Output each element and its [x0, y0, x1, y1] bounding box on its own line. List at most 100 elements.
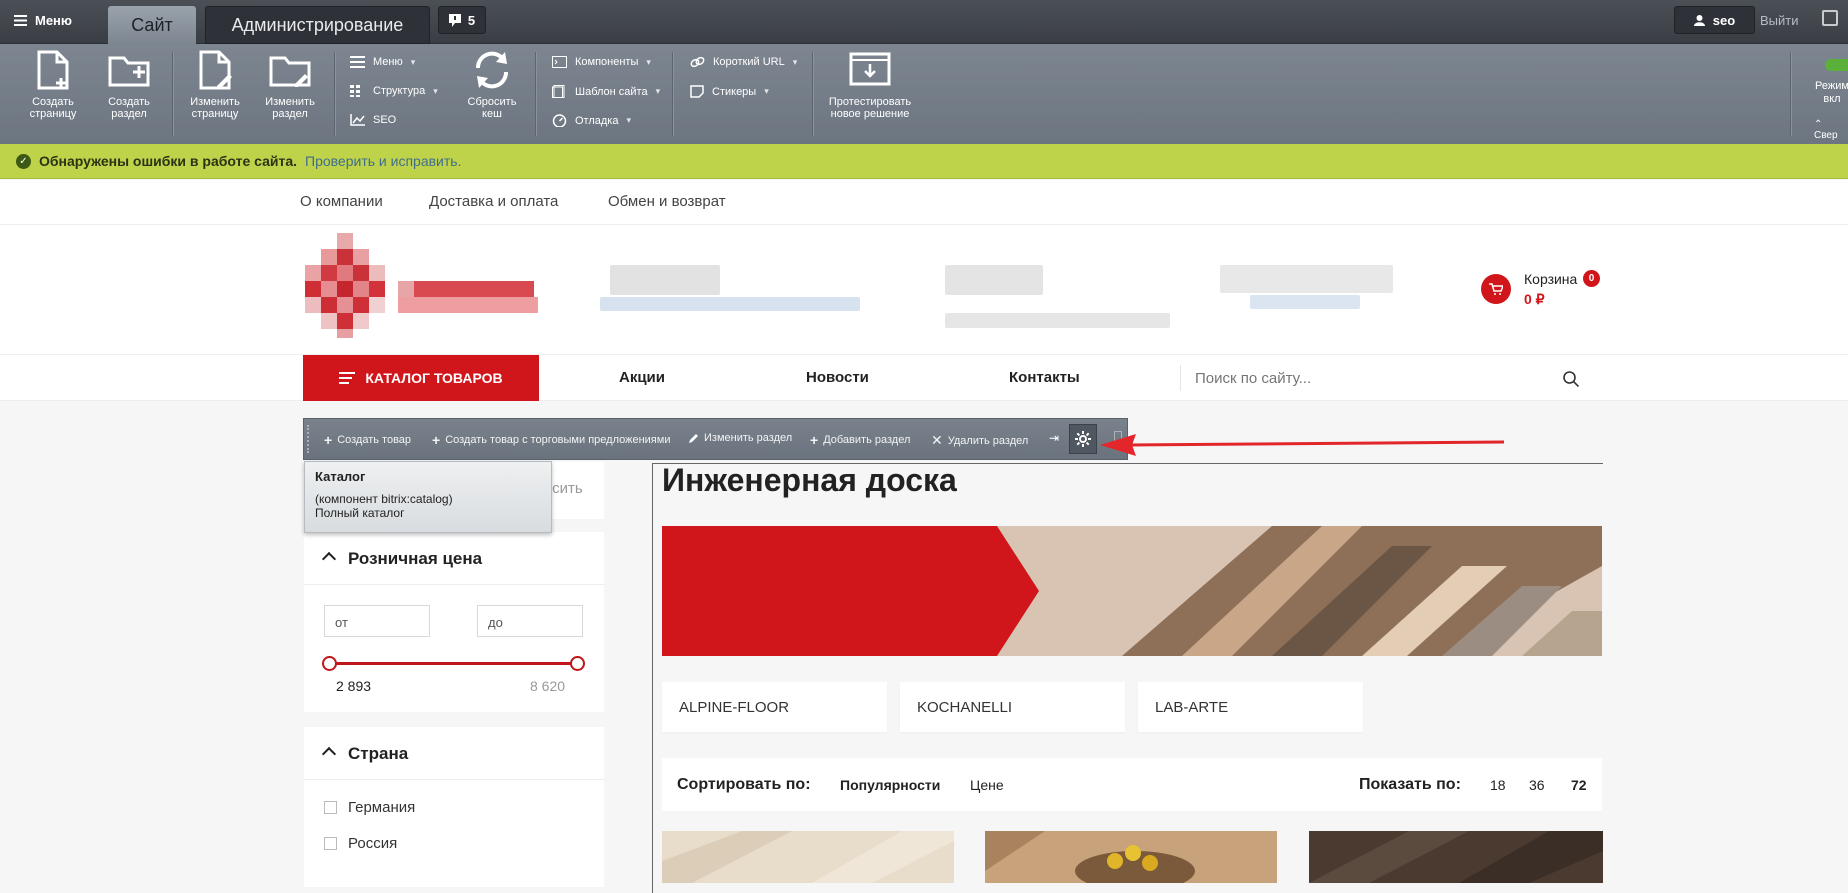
divider — [304, 779, 604, 780]
chevron-down-icon: ▾ — [626, 115, 632, 125]
debug-dropdown[interactable]: Отладка ▾ — [552, 114, 631, 127]
country-label-russia[interactable]: Россия — [348, 835, 397, 852]
catalog-button[interactable]: КАТАЛОГ ТОВАРОВ — [303, 355, 539, 401]
edit-folder-icon — [269, 56, 311, 87]
per-page-72[interactable]: 72 — [1571, 777, 1587, 793]
tab-site[interactable]: Сайт — [108, 6, 196, 44]
product-card-image[interactable] — [1309, 831, 1603, 883]
header-contact-block-2-sub — [945, 313, 1170, 328]
tooltip-description: Полный каталог — [315, 506, 405, 520]
create-product-offers-button[interactable]: + Создать товар с торговыми предложениям… — [432, 432, 670, 448]
cart-icon[interactable] — [1481, 274, 1511, 304]
chevron-up-icon[interactable] — [321, 551, 337, 567]
debug-label: Отладка — [575, 114, 619, 127]
delete-section-button[interactable]: ✕ Удалить раздел — [931, 432, 1028, 449]
brand-tag-kochanelli[interactable]: KOCHANELLI — [900, 682, 1125, 732]
short-url-dropdown[interactable]: Короткий URL ▾ — [690, 56, 797, 68]
collapse-button[interactable]: ⌃ Свер — [1814, 119, 1848, 141]
pencil-icon — [689, 433, 698, 443]
components-dropdown[interactable]: Компоненты ▾ — [552, 56, 651, 68]
structure-label: Структура — [373, 85, 426, 97]
price-slider-min-handle[interactable] — [322, 656, 337, 671]
plus-icon: + — [810, 432, 819, 448]
country-checkbox-germany[interactable] — [324, 801, 337, 814]
edit-mode-label-line1: Режим — [1815, 80, 1848, 92]
logout-link[interactable]: Выйти — [1760, 13, 1799, 28]
edit-section-button[interactable]: Изменить раздел — [258, 48, 322, 120]
add-section-button[interactable]: + Добавить раздел — [810, 432, 910, 448]
site-template-dropdown[interactable]: Шаблон сайта ▾ — [552, 85, 660, 98]
reset-cache-button[interactable]: Сбросить кеш — [460, 48, 524, 120]
brand-tag-lab-arte[interactable]: LAB-ARTE — [1138, 682, 1363, 732]
chevron-down-icon: ▾ — [792, 56, 798, 67]
structure-dropdown[interactable]: Структура ▾ — [350, 85, 438, 97]
edit-section-button[interactable]: Изменить раздел — [688, 432, 792, 444]
admin-menu-button[interactable]: Меню — [14, 9, 72, 31]
user-icon — [1693, 14, 1705, 26]
refresh-icon — [475, 51, 509, 89]
user-button[interactable]: seo — [1674, 6, 1755, 34]
tooltip-component-name: (компонент bitrix:catalog) — [315, 492, 453, 506]
new-folder-icon — [108, 56, 150, 87]
plus-icon: + — [432, 432, 441, 448]
chevron-down-icon: ▾ — [433, 85, 438, 96]
price-slider-max-handle[interactable] — [570, 656, 585, 671]
price-filter-title[interactable]: Розничная цена — [348, 549, 482, 569]
fix-errors-link[interactable]: Проверить и исправить. — [305, 153, 461, 169]
chevron-up-icon[interactable] — [321, 746, 337, 762]
sort-popularity[interactable]: Популярности — [840, 777, 940, 793]
product-image — [1309, 831, 1603, 883]
per-page-36[interactable]: 36 — [1529, 777, 1545, 793]
reset-cache-label: Сбросить кеш — [467, 96, 517, 120]
search-input[interactable] — [1181, 365, 1531, 391]
nav-about[interactable]: О компании — [300, 193, 383, 210]
cart-glyph — [1489, 283, 1503, 295]
price-to-input[interactable]: до — [477, 605, 583, 637]
edit-section-label: Изменить раздел — [704, 432, 793, 444]
nav-returns[interactable]: Обмен и возврат — [608, 193, 726, 210]
site-logo[interactable] — [290, 233, 550, 338]
country-label-germany[interactable]: Германия — [348, 799, 415, 816]
components-label: Компоненты — [575, 56, 639, 68]
toolbar-divider — [172, 52, 173, 136]
country-filter-title[interactable]: Страна — [348, 744, 408, 764]
sort-price[interactable]: Цене — [970, 777, 1004, 793]
seo-button[interactable]: SEO — [350, 114, 396, 126]
stickers-dropdown[interactable]: Стикеры ▾ — [690, 85, 769, 98]
test-solution-button[interactable]: Протестировать новое решение — [820, 48, 920, 120]
nav-news[interactable]: Новости — [806, 369, 869, 386]
collapse-label: Свер — [1814, 130, 1838, 141]
annotation-arrow-icon — [1100, 434, 1505, 456]
edit-mode-toggle[interactable] — [1825, 59, 1848, 71]
nav-contacts[interactable]: Контакты — [1009, 369, 1080, 386]
header-contact-block-3 — [1220, 265, 1393, 293]
country-checkbox-russia[interactable] — [324, 837, 337, 850]
per-page-18[interactable]: 18 — [1490, 777, 1506, 793]
drag-handle[interactable] — [307, 425, 311, 453]
nav-delivery[interactable]: Доставка и оплата — [429, 193, 558, 210]
create-page-button[interactable]: Создать страницу — [21, 48, 85, 120]
price-from-input[interactable]: от — [324, 605, 430, 637]
product-card-image[interactable] — [662, 831, 954, 883]
edit-page-icon — [199, 50, 232, 90]
cart-label[interactable]: Корзина — [1524, 271, 1577, 287]
notifications-button[interactable]: 5 — [438, 6, 486, 34]
menu-dropdown[interactable]: Меню ▾ — [350, 56, 415, 68]
window-icon[interactable] — [1822, 10, 1838, 26]
nav-promotions[interactable]: Акции — [619, 369, 665, 386]
pin-icon[interactable]: ⇥ — [1049, 431, 1059, 445]
edit-page-button[interactable]: Изменить страницу — [183, 48, 247, 120]
create-section-button[interactable]: Создать раздел — [97, 48, 161, 120]
product-card-image[interactable] — [985, 831, 1277, 883]
search-icon[interactable] — [1563, 371, 1579, 387]
chevron-down-icon: ▾ — [410, 56, 416, 67]
banner-image — [662, 526, 1602, 656]
list-icon — [350, 56, 365, 68]
brand-tag-alpine-floor[interactable]: ALPINE-FLOOR — [662, 682, 887, 732]
notifications-count: 5 — [467, 12, 476, 28]
catalog-button-label: КАТАЛОГ ТОВАРОВ — [365, 370, 503, 386]
sort-label: Сортировать по: — [677, 776, 811, 793]
tab-administration[interactable]: Администрирование — [205, 6, 430, 44]
create-product-button[interactable]: + Создать товар — [324, 432, 411, 448]
sticker-icon — [690, 85, 704, 98]
